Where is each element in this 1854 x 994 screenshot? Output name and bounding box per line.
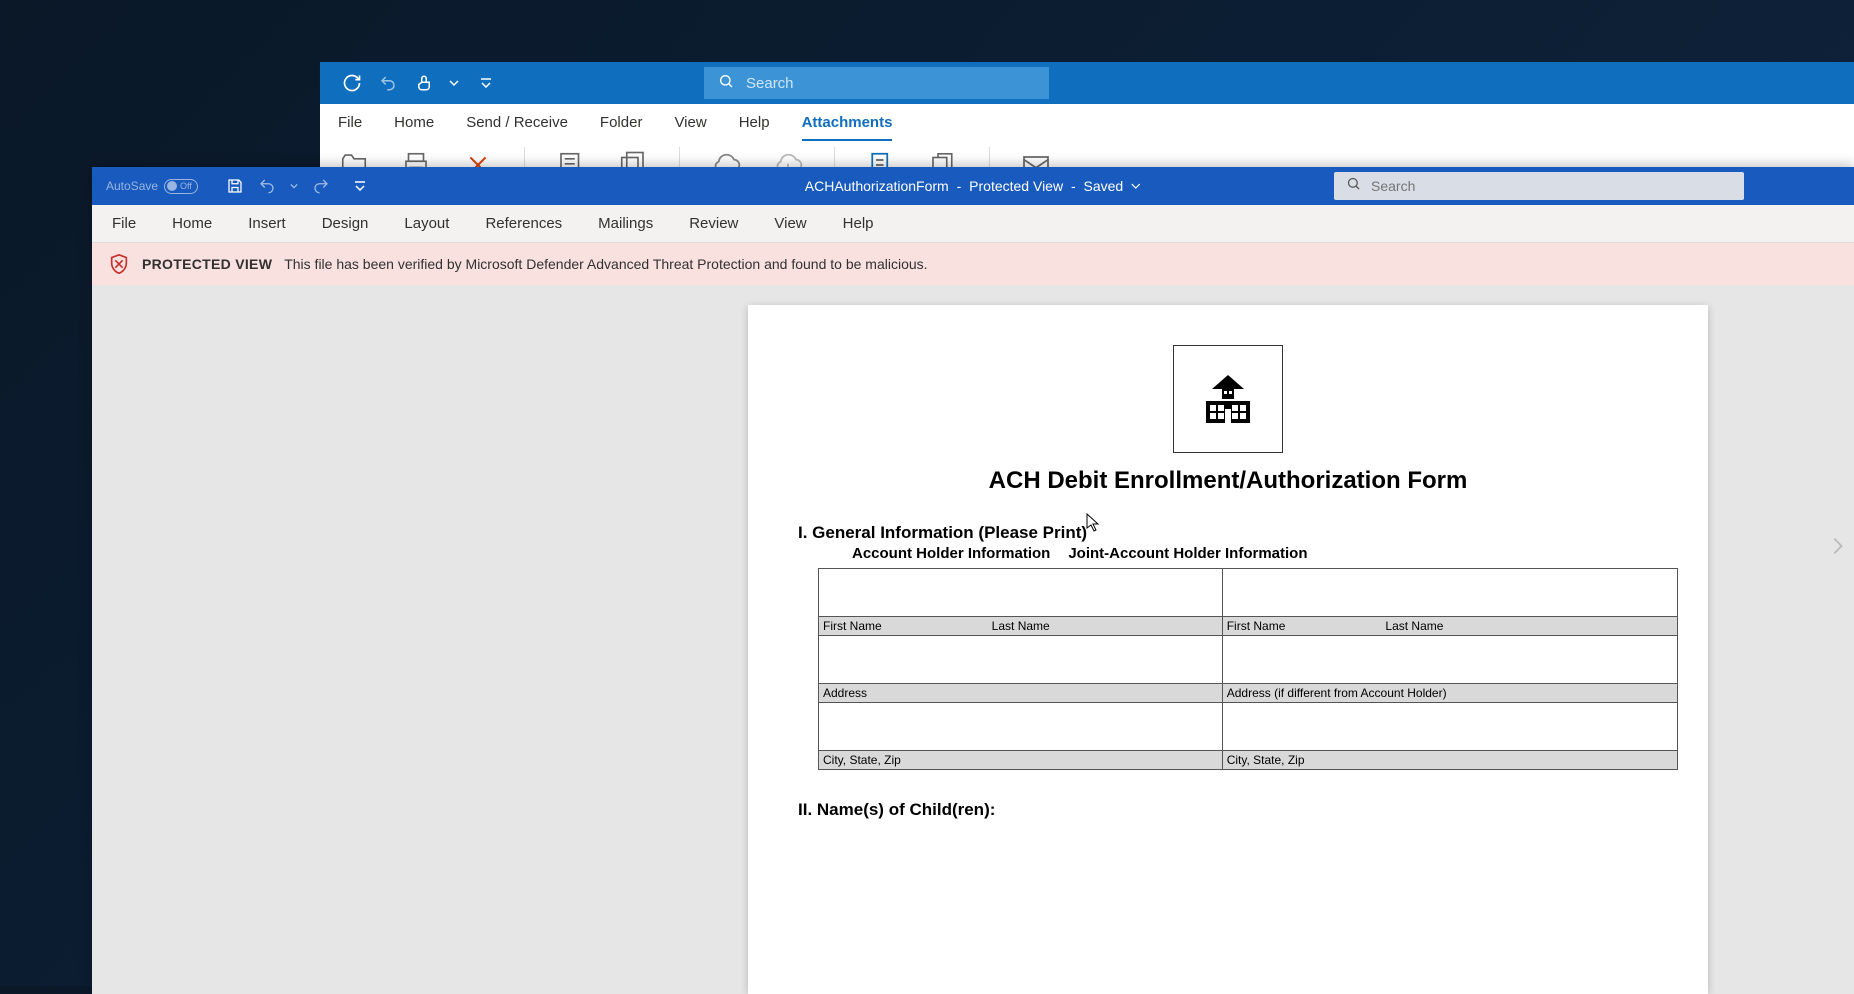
- tab-file[interactable]: File: [338, 114, 362, 141]
- table-cell: [1222, 569, 1677, 617]
- tab-folder[interactable]: Folder: [600, 114, 643, 141]
- word-search-box[interactable]: [1334, 172, 1744, 200]
- table-cell: [819, 703, 1223, 751]
- tab-home[interactable]: Home: [172, 215, 212, 232]
- table-label-cell: First NameLast Name: [819, 617, 1223, 636]
- tab-review[interactable]: Review: [689, 215, 738, 232]
- section-2-title: II. Name(s) of Child(ren):: [798, 800, 1658, 820]
- title-sep: -: [953, 178, 965, 194]
- tab-layout[interactable]: Layout: [404, 215, 449, 232]
- table-cell: [819, 569, 1223, 617]
- word-window: AutoSave Off ACHAuthorizationForm - Prot…: [92, 167, 1854, 986]
- undo-icon[interactable]: [376, 71, 400, 95]
- tab-home[interactable]: Home: [394, 114, 434, 141]
- outlook-ribbon-tabs: File Home Send / Receive Folder View Hel…: [320, 104, 1854, 141]
- table-label-cell: City, State, Zip: [1222, 751, 1677, 770]
- qat-dropdown-icon[interactable]: [448, 71, 460, 95]
- outlook-search-box[interactable]: [704, 67, 1049, 99]
- col2-header: Joint-Account Holder Information: [1068, 545, 1307, 562]
- qat-customize-icon[interactable]: [354, 175, 366, 197]
- tab-file[interactable]: File: [112, 215, 136, 232]
- tab-send-receive[interactable]: Send / Receive: [466, 114, 568, 141]
- undo-icon[interactable]: [256, 175, 278, 197]
- table-cell: [819, 636, 1223, 684]
- tab-help[interactable]: Help: [843, 215, 874, 232]
- tab-design[interactable]: Design: [322, 215, 369, 232]
- banner-title: PROTECTED VIEW: [142, 256, 272, 272]
- qat-customize-icon[interactable]: [480, 71, 492, 95]
- title-mode: Protected View: [969, 178, 1063, 194]
- word-search-input[interactable]: [1371, 178, 1732, 194]
- save-icon[interactable]: [224, 175, 246, 197]
- autosave-toggle[interactable]: AutoSave Off: [106, 179, 192, 194]
- toggle-icon: [164, 179, 198, 194]
- building-logo-icon: [1173, 345, 1283, 453]
- column-headers: Account Holder Information Joint-Account…: [798, 545, 1658, 562]
- title-saved: Saved: [1084, 178, 1124, 194]
- protected-view-banner: PROTECTED VIEW This file has been verifi…: [92, 243, 1854, 285]
- document-title: ACH Debit Enrollment/Authorization Form: [798, 467, 1658, 495]
- tab-help[interactable]: Help: [739, 114, 770, 141]
- document-page: ACH Debit Enrollment/Authorization Form …: [748, 305, 1708, 994]
- title-sep: -: [1067, 178, 1079, 194]
- form-table: First NameLast Name First NameLast Name …: [818, 568, 1678, 770]
- tab-mailings[interactable]: Mailings: [598, 215, 653, 232]
- redo-icon[interactable]: [310, 175, 332, 197]
- shield-blocked-icon: [108, 253, 130, 275]
- banner-message: This file has been verified by Microsoft…: [284, 256, 927, 272]
- table-label-cell: First NameLast Name: [1222, 617, 1677, 636]
- table-label-cell: Address: [819, 684, 1223, 703]
- table-label-cell: City, State, Zip: [819, 751, 1223, 770]
- word-titlebar: AutoSave Off ACHAuthorizationForm - Prot…: [92, 167, 1854, 205]
- search-icon: [718, 73, 734, 94]
- touch-mode-icon[interactable]: [412, 71, 436, 95]
- search-icon: [1346, 176, 1361, 196]
- table-cell: [1222, 636, 1677, 684]
- table-label-cell: Address (if different from Account Holde…: [1222, 684, 1677, 703]
- word-document-title: ACHAuthorizationForm - Protected View - …: [805, 178, 1141, 194]
- outlook-search-input[interactable]: [746, 75, 1035, 92]
- col1-header: Account Holder Information: [852, 545, 1050, 562]
- tab-references[interactable]: References: [485, 215, 562, 232]
- document-canvas[interactable]: ACH Debit Enrollment/Authorization Form …: [92, 285, 1854, 994]
- word-ribbon-tabs: File Home Insert Design Layout Reference…: [92, 205, 1854, 243]
- next-page-icon[interactable]: [1826, 535, 1848, 562]
- refresh-icon[interactable]: [340, 71, 364, 95]
- undo-dropdown-icon[interactable]: [288, 175, 300, 197]
- section-1-title: I. General Information (Please Print): [798, 523, 1658, 543]
- outlook-titlebar: [320, 62, 1854, 104]
- autosave-label: AutoSave: [106, 179, 158, 193]
- title-filename: ACHAuthorizationForm: [805, 178, 949, 194]
- tab-insert[interactable]: Insert: [248, 215, 286, 232]
- title-dropdown-icon[interactable]: [1131, 178, 1141, 194]
- tab-attachments[interactable]: Attachments: [802, 114, 893, 141]
- tab-view[interactable]: View: [774, 215, 806, 232]
- table-cell: [1222, 703, 1677, 751]
- tab-view[interactable]: View: [674, 114, 706, 141]
